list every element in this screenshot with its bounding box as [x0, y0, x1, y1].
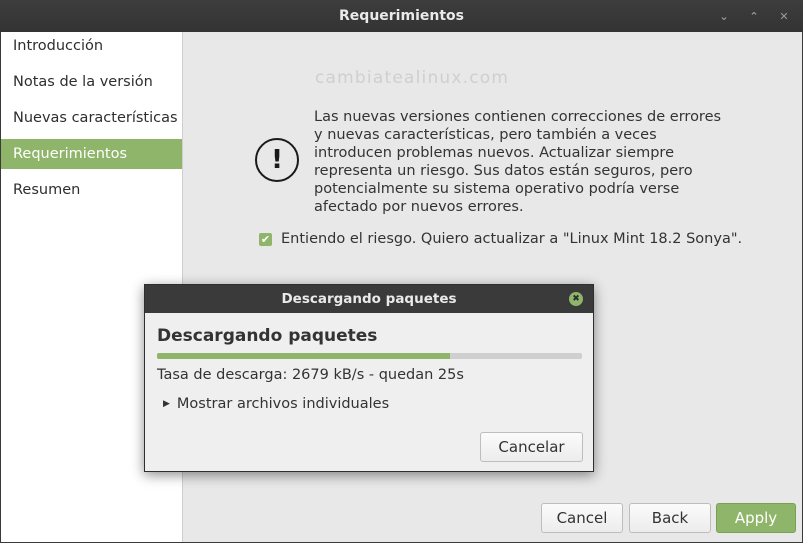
sidebar-item-introduccion[interactable]: Introducción	[1, 31, 182, 61]
window-titlebar: Requerimientos ⌄ ⌃ ✕	[0, 0, 803, 32]
warning-icon: !	[255, 138, 299, 182]
download-rate: Tasa de descarga: 2679 kB/s - quedan 25s	[157, 367, 464, 383]
sidebar-item-resumen[interactable]: Resumen	[1, 175, 182, 205]
apply-button[interactable]: Apply	[716, 503, 796, 533]
dialog-cancel-button[interactable]: Cancelar	[480, 432, 583, 462]
sidebar-item-notas[interactable]: Notas de la versión	[1, 67, 182, 97]
expander-label: Mostrar archivos individuales	[176, 396, 390, 412]
back-button[interactable]: Back	[629, 503, 711, 533]
sidebar-item-nuevas-caracteristicas[interactable]: Nuevas características	[1, 103, 182, 133]
agree-checkbox[interactable]: ✔	[259, 232, 272, 246]
agree-row: ✔ Entiendo el riesgo. Quiero actualizar …	[259, 231, 742, 247]
risk-description: Las nuevas versiones contienen correccio…	[314, 109, 722, 215]
window-title: Requerimientos	[339, 8, 464, 24]
watermark: cambiatealinux.com	[315, 68, 510, 88]
maximize-icon[interactable]: ⌃	[749, 10, 759, 23]
expander-arrow-icon: ▶	[163, 399, 170, 409]
dialog-heading: Descargando paquetes	[157, 326, 378, 346]
download-progress-bar	[157, 353, 582, 359]
window-controls: ⌄ ⌃ ✕	[719, 0, 789, 32]
progress-fill	[157, 353, 451, 359]
show-files-expander[interactable]: ▶ Mostrar archivos individuales	[163, 396, 389, 412]
dialog-titlebar: Descargando paquetes ✖	[145, 285, 593, 313]
dialog-title: Descargando paquetes	[281, 291, 457, 307]
dialog-close-icon[interactable]: ✖	[569, 292, 583, 306]
download-dialog: Descargando paquetes ✖ Descargando paque…	[144, 284, 594, 472]
minimize-icon[interactable]: ⌄	[719, 10, 729, 23]
cancel-button[interactable]: Cancel	[541, 503, 623, 533]
close-icon[interactable]: ✕	[779, 10, 789, 23]
sidebar-item-requerimientos[interactable]: Requerimientos	[1, 139, 182, 169]
agree-label[interactable]: Entiendo el riesgo. Quiero actualizar a …	[281, 231, 742, 247]
